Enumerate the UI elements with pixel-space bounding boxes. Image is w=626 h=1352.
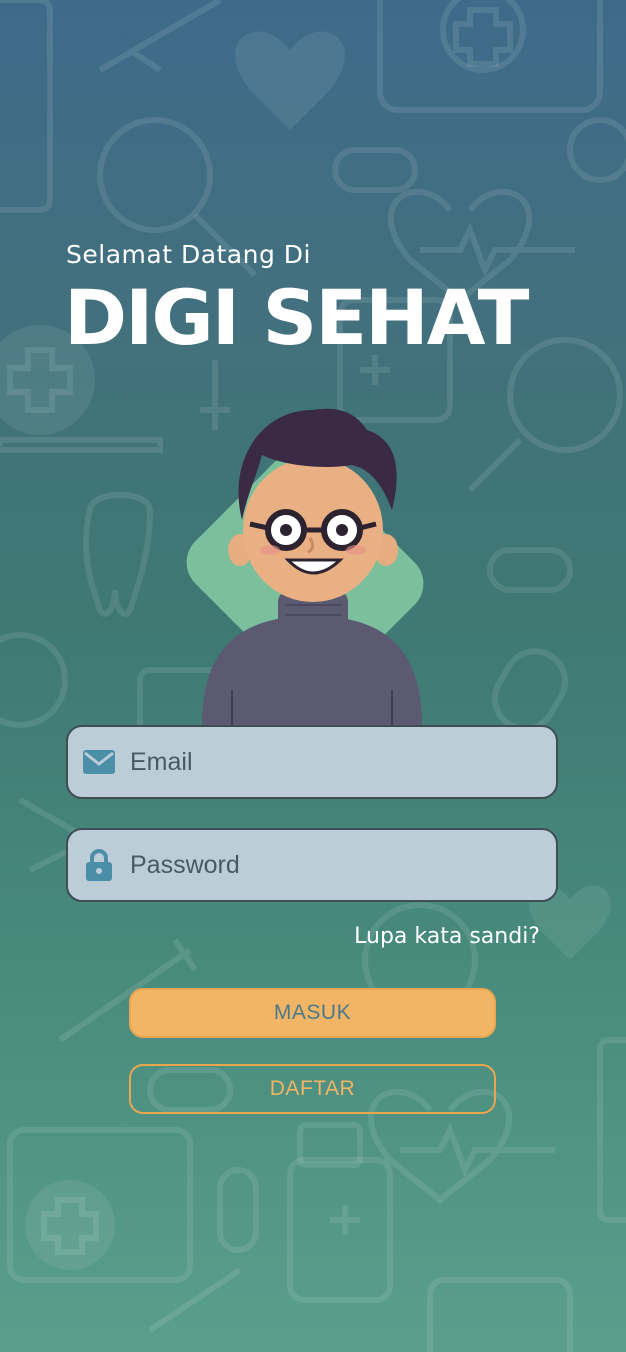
login-screen: Selamat Datang Di DIGI SEHAT Email Lupa … [0, 0, 626, 1352]
avatar-illustration [186, 408, 424, 726]
avatar-body [202, 616, 422, 726]
register-button[interactable]: DAFTAR [129, 1064, 496, 1114]
envelope-icon [82, 745, 116, 779]
email-field[interactable] [66, 725, 558, 799]
welcome-text: Selamat Datang Di [66, 240, 311, 269]
forgot-password-link[interactable]: Lupa kata sandi? [354, 924, 540, 949]
password-field[interactable] [66, 828, 558, 902]
email-input[interactable] [130, 747, 530, 777]
password-input[interactable] [130, 850, 530, 880]
brand-title: DIGI SEHAT [64, 273, 529, 362]
lock-icon [82, 848, 116, 882]
login-button[interactable]: MASUK [129, 988, 496, 1038]
